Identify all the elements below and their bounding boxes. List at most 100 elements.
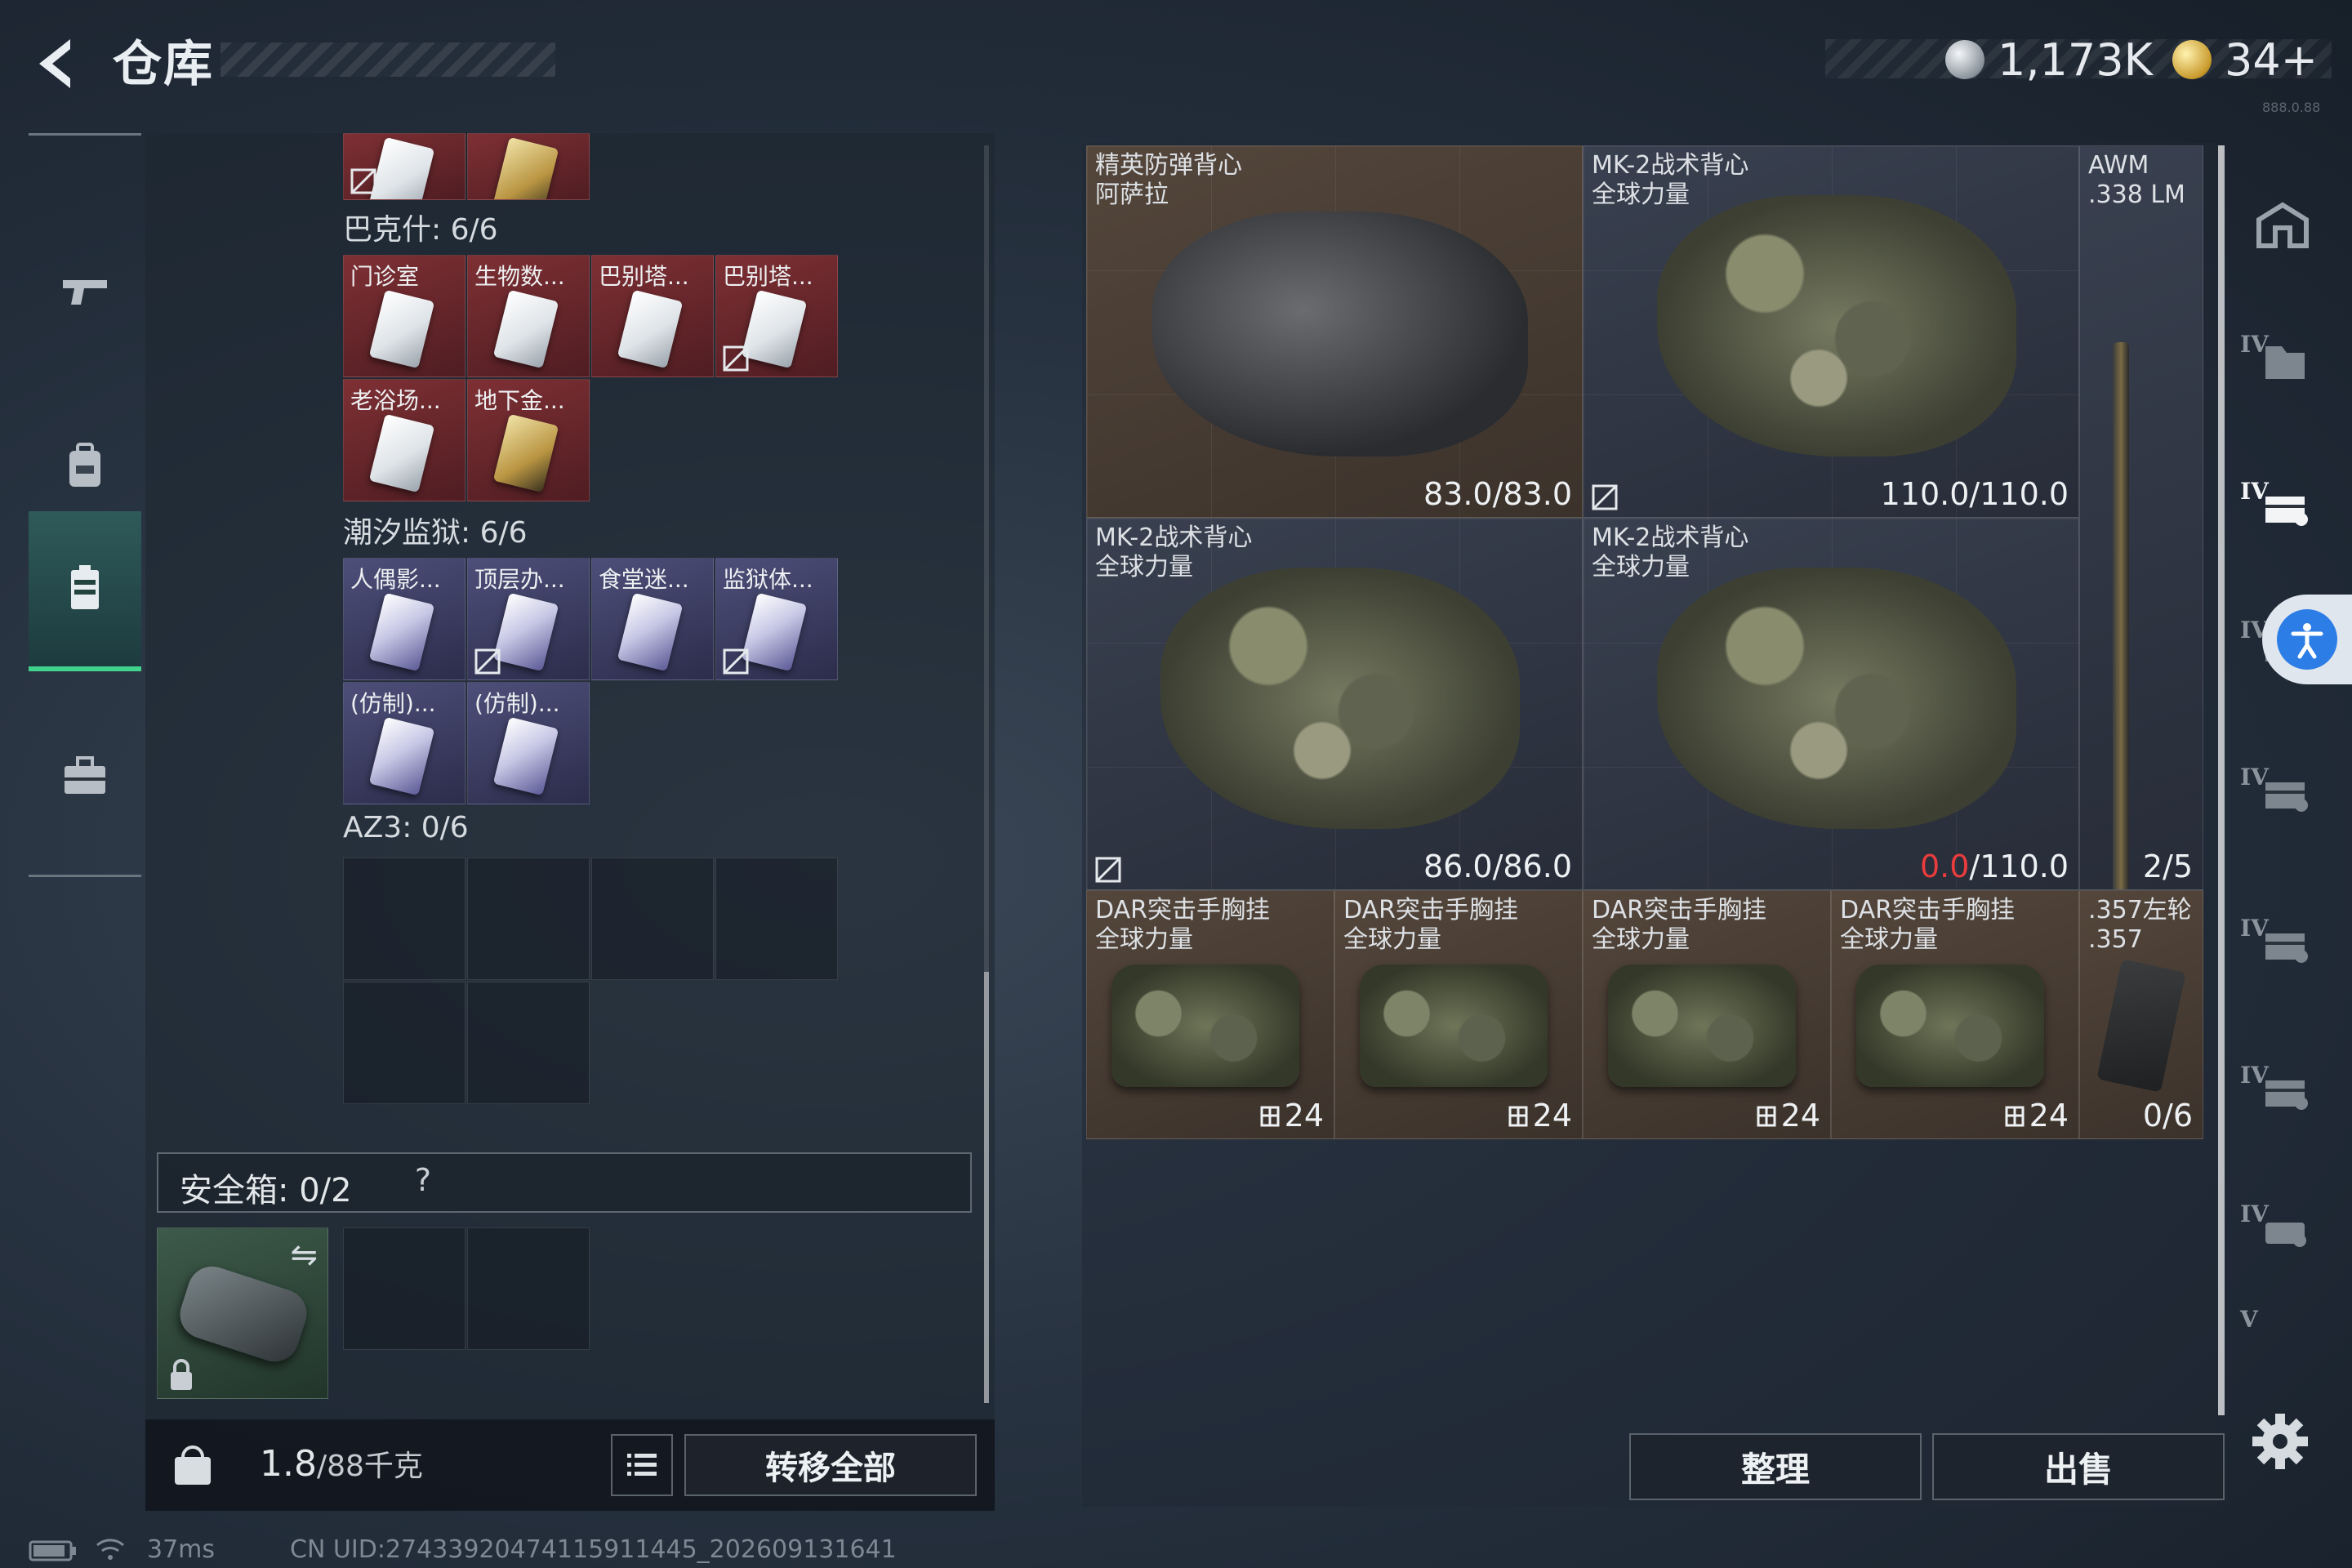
tab-stash-6[interactable]: IV (2234, 1029, 2332, 1152)
accessibility-icon (2277, 609, 2337, 670)
rail-case[interactable] (29, 699, 141, 854)
stash-grid: 精英防弹背心 阿萨拉 83.0/83.0 MK-2战术背心 全球力量 110.0… (1086, 145, 2207, 1139)
help-icon[interactable]: ? (403, 1162, 443, 1201)
top-bar: 仓库 1,173K 34+ (0, 0, 2352, 122)
inventory-item[interactable]: 食堂迷... (591, 558, 714, 680)
slot-count: 24 (1755, 1098, 1820, 1134)
no-sell-icon (723, 345, 749, 372)
stash-item-dar-rig[interactable]: DAR突击手胸挂 全球力量 24 (1334, 890, 1583, 1139)
safe-box-item[interactable]: ⇋ (157, 1227, 328, 1399)
inventory-item[interactable]: 巴别塔... (591, 255, 714, 377)
tab-level: IV (2240, 1062, 2269, 1089)
vest-icon (1657, 568, 2016, 829)
gold-currency[interactable]: 34+ (2172, 31, 2318, 88)
empty-slot[interactable] (343, 1227, 466, 1350)
weight-max: /88千克 (316, 1450, 423, 1483)
transfer-all-button[interactable]: 转移全部 (684, 1434, 977, 1496)
swap-icon[interactable]: ⇋ (290, 1236, 318, 1274)
sort-button[interactable]: 整理 (1629, 1433, 1922, 1500)
stash-item-dar-rig[interactable]: DAR突击手胸挂 全球力量 24 (1831, 890, 2079, 1139)
item-label: 地下金... (474, 387, 565, 414)
tab-stash-2[interactable]: IV (2234, 445, 2332, 568)
inventory-item[interactable]: 人偶影... (343, 558, 466, 680)
lock-icon (171, 1359, 192, 1390)
tab-stash-5[interactable]: IV (2234, 882, 2332, 1004)
slot-value: 24 (1284, 1098, 1324, 1134)
section-label: 巴克什: 6/6 (343, 213, 498, 247)
inventory-item[interactable]: 顶层办... (467, 558, 590, 680)
item-label: (仿制)... (474, 690, 560, 717)
keycard-icon (368, 716, 435, 796)
empty-slot[interactable] (715, 858, 838, 980)
inventory-cell-partial[interactable] (467, 133, 590, 200)
empty-slot[interactable] (343, 858, 466, 980)
rail-weapons[interactable] (29, 213, 141, 368)
inventory-cell-partial[interactable] (343, 133, 466, 200)
safe-box-header: 安全箱: 0/2 ? (157, 1152, 972, 1213)
inventory-item[interactable]: 监狱体... (715, 558, 838, 680)
empty-slot[interactable] (343, 982, 466, 1104)
stash-item-mk2-vest-broken[interactable]: MK-2战术背心 全球力量 0.0/110.0 (1583, 518, 2079, 890)
vest-icon (1657, 195, 2016, 457)
silver-amount: 1,173K (1998, 33, 2154, 86)
accessibility-button[interactable] (2262, 595, 2352, 684)
stash-item-dar-rig[interactable]: DAR突击手胸挂 全球力量 24 (1086, 890, 1334, 1139)
capacity-icon (1757, 1106, 1776, 1127)
inventory-item[interactable]: 门诊室 (343, 255, 466, 377)
inventory-item[interactable]: (仿制)... (467, 682, 590, 804)
sniper-rifle-icon (2113, 342, 2129, 889)
vest-icon (1152, 212, 1528, 457)
house-icon (2256, 202, 2309, 248)
section-label: AZ3: 0/6 (343, 811, 469, 844)
item-durability: 86.0/86.0 (1423, 849, 1572, 884)
safe-case-icon (173, 1260, 314, 1368)
tab-home[interactable] (2234, 163, 2332, 286)
list-view-button[interactable] (611, 1434, 673, 1496)
empty-slot[interactable] (467, 1227, 590, 1350)
revolver-icon (2096, 959, 2186, 1093)
rail-storage[interactable] (29, 511, 141, 671)
durability-max: /110.0 (1969, 849, 2069, 884)
inventory-footer: 1.8/88千克 转移全部 (145, 1419, 995, 1511)
item-name: DAR突击手胸挂 全球力量 (1840, 896, 2015, 954)
tab-stash-4[interactable]: IV (2234, 731, 2332, 853)
item-label: 食堂迷... (599, 566, 689, 593)
weight-value: 1.8 (260, 1443, 317, 1485)
empty-slot[interactable] (467, 982, 590, 1104)
capacity-icon (1260, 1106, 1280, 1127)
keycard-icon (368, 413, 435, 493)
no-sell-icon (1592, 484, 1618, 510)
stash-item-elite-vest[interactable]: 精英防弹背心 阿萨拉 83.0/83.0 (1086, 145, 1583, 518)
keycard-icon (368, 136, 435, 199)
inventory-item[interactable]: (仿制)... (343, 682, 466, 804)
empty-slot[interactable] (467, 858, 590, 980)
stash-item-mk2-vest[interactable]: MK-2战术背心 全球力量 110.0/110.0 (1583, 145, 2079, 518)
sell-button[interactable]: 出售 (1932, 1433, 2225, 1500)
settings-gear-icon[interactable] (2247, 1409, 2313, 1474)
slot-value: 24 (1780, 1098, 1820, 1134)
inventory-item[interactable]: 老浴场... (343, 379, 466, 501)
stash-item-dar-rig[interactable]: DAR突击手胸挂 全球力量 24 (1583, 890, 1831, 1139)
stash-item-awm[interactable]: AWM .338 LM 2/5 (2079, 145, 2203, 890)
inventory-item[interactable]: 地下金... (467, 379, 590, 501)
keycard-icon (368, 289, 435, 369)
title-decoration (220, 42, 555, 77)
stash-item-revolver[interactable]: .357左轮 .357 0/6 (2079, 890, 2203, 1139)
no-sell-icon (723, 648, 749, 675)
slot-count: 24 (1258, 1098, 1324, 1134)
tab-level: IV (2240, 764, 2269, 791)
keycard-icon (492, 716, 559, 796)
inventory-item[interactable]: 生物数... (467, 255, 590, 377)
stash-item-mk2-vest[interactable]: MK-2战术背心 全球力量 86.0/86.0 (1086, 518, 1583, 890)
stash-scrollbar[interactable] (2218, 145, 2225, 1415)
inventory-scroll-thumb[interactable] (984, 972, 989, 1403)
back-arrow-icon[interactable] (24, 31, 90, 96)
item-name: MK-2战术背心 全球力量 (1592, 151, 1749, 209)
inventory-item[interactable]: 巴别塔... (715, 255, 838, 377)
tab-stash-8[interactable]: V (2234, 1303, 2332, 1352)
silver-currency[interactable]: 1,173K (1945, 31, 2153, 88)
tab-stash-1[interactable]: IV (2234, 298, 2332, 421)
tab-stash-7[interactable]: IV (2234, 1168, 2332, 1290)
keycard-icon (492, 136, 559, 199)
empty-slot[interactable] (591, 858, 714, 980)
